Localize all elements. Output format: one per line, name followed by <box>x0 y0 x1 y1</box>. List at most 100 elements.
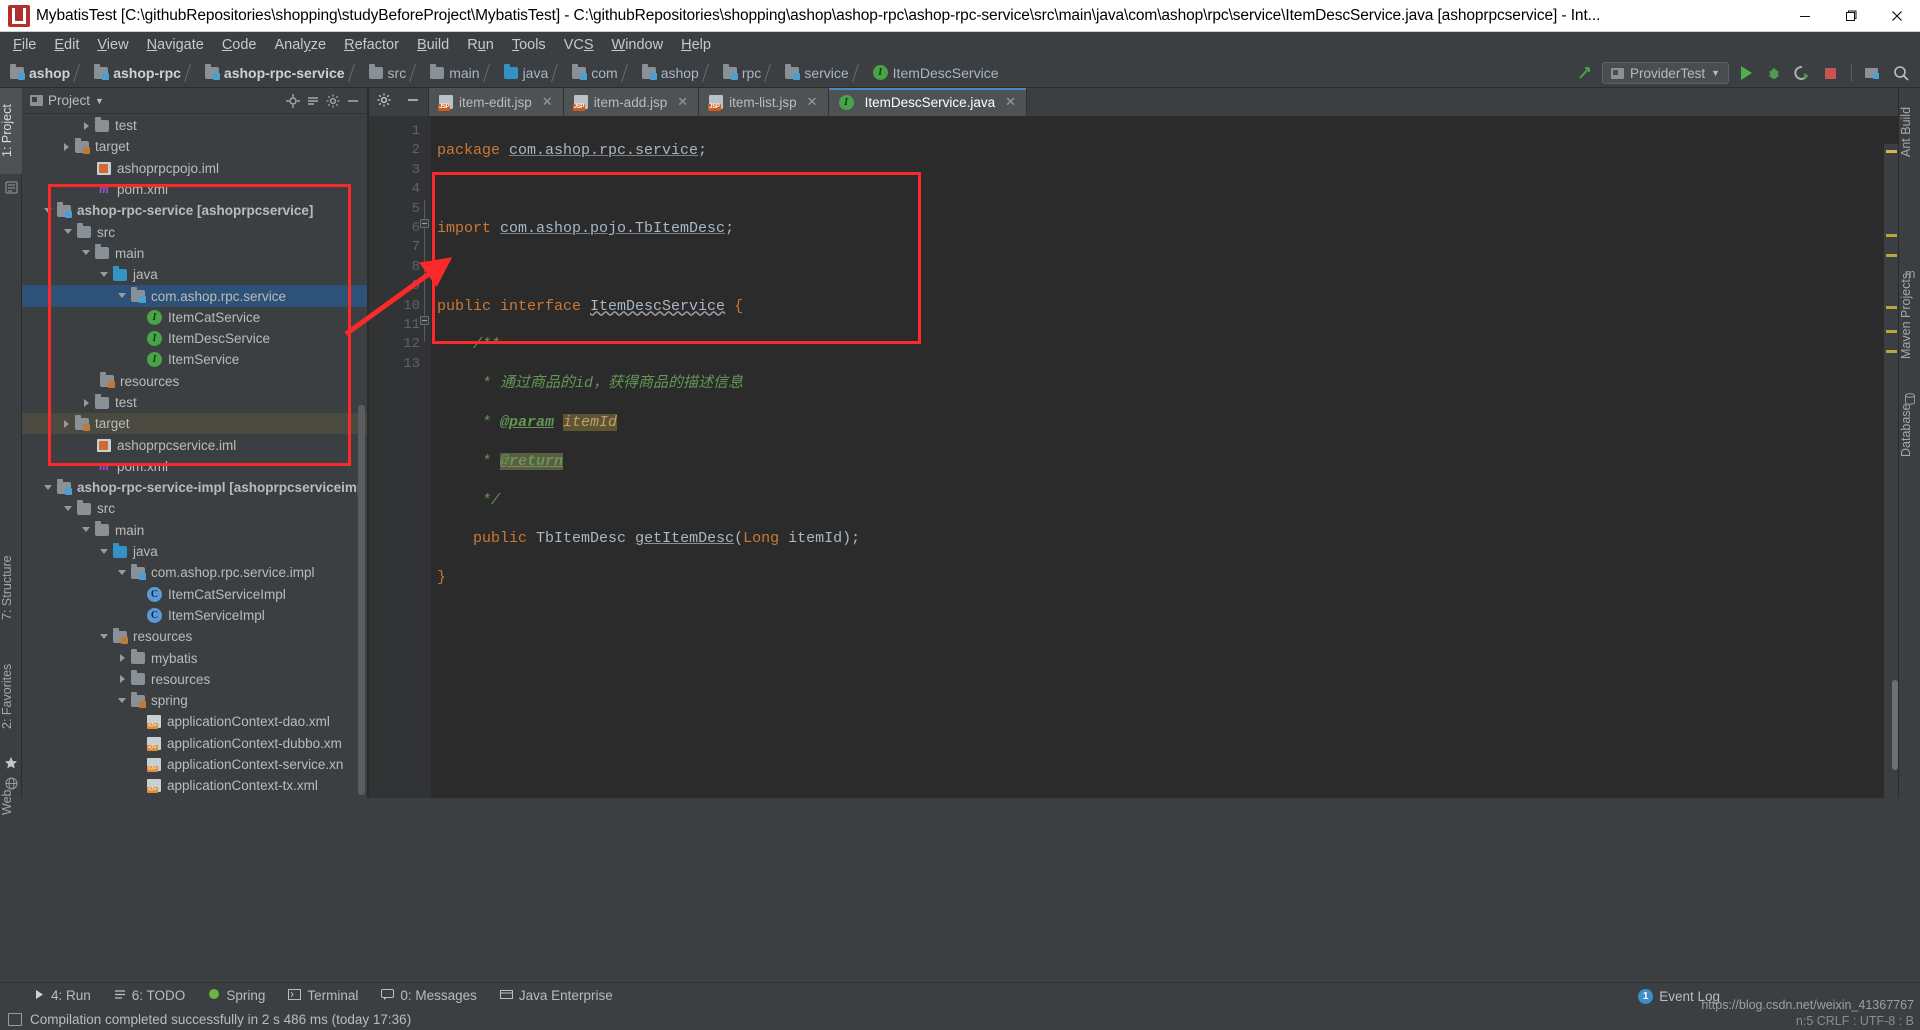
warning-marker[interactable] <box>1886 330 1897 333</box>
breadcrumb-ashop-pkg[interactable]: ashop <box>638 60 719 86</box>
tree-row-com-ashop-rpc-service-impl[interactable]: com.ashop.rpc.service.impl <box>22 562 367 583</box>
tree-row-itemservice[interactable]: I ItemService <box>22 349 367 370</box>
fold-minus-icon[interactable] <box>420 219 429 228</box>
hide-editor-icon[interactable] <box>406 93 420 112</box>
breadcrumb-src[interactable]: src <box>365 60 427 86</box>
gear-icon[interactable] <box>377 93 391 112</box>
tree-row-src-1[interactable]: src <box>22 221 367 242</box>
tree-row-pom-xml-1[interactable]: m pom.xml <box>22 179 367 200</box>
warning-marker[interactable] <box>1886 306 1897 309</box>
coverage-icon[interactable] <box>1791 62 1813 84</box>
tab-item-edit-jsp[interactable]: item-edit.jsp ✕ <box>429 88 564 116</box>
sidebar-tab-ant-build[interactable]: Ant Build <box>1899 94 1920 170</box>
sidebar-tab-structure[interactable]: 7: Structure <box>0 538 22 638</box>
breadcrumb-service[interactable]: service <box>781 60 868 86</box>
menu-navigate[interactable]: Navigate <box>138 35 213 55</box>
close-icon[interactable]: ✕ <box>542 94 553 110</box>
chevron-down-icon[interactable] <box>64 227 74 237</box>
tree-row-itemserviceimpl[interactable]: C ItemServiceImpl <box>22 605 367 626</box>
warning-marker[interactable] <box>1886 234 1897 237</box>
menu-view[interactable]: View <box>88 35 137 55</box>
tree-row-ashop-rpc-service-module[interactable]: ashop-rpc-service [ashoprpcservice] <box>22 200 367 221</box>
menu-help[interactable]: Help <box>672 35 720 55</box>
chevron-down-icon[interactable]: ▼ <box>95 96 104 106</box>
tree-row-test-2[interactable]: test <box>22 392 367 413</box>
fold-column[interactable] <box>417 116 431 798</box>
menu-tools[interactable]: Tools <box>503 35 555 55</box>
gear-icon[interactable] <box>323 91 343 111</box>
tree-row-src-2[interactable]: src <box>22 498 367 519</box>
bottom-tab-todo[interactable]: 6: TODO <box>104 986 196 1005</box>
chevron-right-icon[interactable] <box>82 121 92 131</box>
chevron-down-icon[interactable] <box>100 632 110 642</box>
code-area[interactable]: 1 2 3 4 5 6 7 8 9 10 11 12 13 package co… <box>369 116 1898 798</box>
warning-marker[interactable] <box>1886 254 1897 257</box>
tree-row-main-2[interactable]: main <box>22 520 367 541</box>
warning-marker[interactable] <box>1886 350 1897 353</box>
breadcrumb-itemdescservice[interactable]: I ItemDescService <box>869 60 1005 86</box>
breadcrumb-com[interactable]: com <box>568 60 637 86</box>
close-icon[interactable]: ✕ <box>677 94 688 110</box>
tree-row-ashoprpcservice-iml[interactable]: ashoprpcservice.iml <box>22 434 367 455</box>
tab-itemdescservice-java[interactable]: I ItemDescService.java ✕ <box>828 88 1028 116</box>
tree-row-test[interactable]: test <box>22 115 367 136</box>
tree-row-java-2[interactable]: java <box>22 541 367 562</box>
warning-marker[interactable] <box>1886 150 1897 153</box>
chevron-down-icon[interactable] <box>64 504 74 514</box>
tree-row-resources-2[interactable]: resources <box>22 626 367 647</box>
fold-minus-icon[interactable] <box>420 316 429 325</box>
breadcrumb-ashop-rpc-service[interactable]: ashop-rpc-service <box>201 60 365 86</box>
tree-row-applicationcontext-dubbo[interactable]: applicationContext-dubbo.xm <box>22 733 367 754</box>
collapse-all-icon[interactable] <box>303 91 323 111</box>
menu-window[interactable]: Window <box>603 35 673 55</box>
web-icon[interactable] <box>4 776 18 790</box>
chevron-right-icon[interactable] <box>118 653 128 663</box>
tree-row-applicationcontext-dao[interactable]: applicationContext-dao.xml <box>22 711 367 732</box>
tree-row-itemcatserviceimpl[interactable]: C ItemCatServiceImpl <box>22 584 367 605</box>
hide-panel-icon[interactable] <box>343 91 363 111</box>
sidebar-tab-project[interactable]: 1: Project <box>0 88 22 174</box>
project-structure-icon[interactable] <box>1862 62 1884 84</box>
tree-row-applicationcontext-tx[interactable]: applicationContext-tx.xml <box>22 775 367 796</box>
maximize-button[interactable] <box>1828 0 1874 32</box>
structure-small-icon[interactable] <box>4 180 18 194</box>
close-icon[interactable]: ✕ <box>1005 94 1016 110</box>
chevron-right-icon[interactable] <box>62 142 72 152</box>
tree-row-itemdescservice[interactable]: I ItemDescService <box>22 328 367 349</box>
chevron-down-icon[interactable] <box>82 248 92 258</box>
debug-icon[interactable] <box>1763 62 1785 84</box>
breadcrumb-ashop-rpc[interactable]: ashop-rpc <box>90 60 201 86</box>
chevron-down-icon[interactable] <box>44 483 54 493</box>
tree-row-applicationcontext-service[interactable]: applicationContext-service.xn <box>22 754 367 775</box>
chevron-down-icon[interactable] <box>82 525 92 535</box>
tree-row-target-2[interactable]: target <box>22 413 367 435</box>
sidebar-tab-favorites[interactable]: 2: Favorites <box>0 644 22 748</box>
breadcrumb-rpc[interactable]: rpc <box>719 60 781 86</box>
menu-analyze[interactable]: Analyze <box>266 35 336 55</box>
star-icon[interactable] <box>4 756 18 770</box>
tree-row-ashop-rpc-service-impl-module[interactable]: ashop-rpc-service-impl [ashoprpcservicei… <box>22 477 367 498</box>
bottom-tab-spring[interactable]: Spring <box>198 986 275 1005</box>
close-button[interactable] <box>1874 0 1920 32</box>
chevron-down-icon[interactable] <box>44 206 54 216</box>
project-tree-scrollbar[interactable] <box>358 405 365 795</box>
tree-row-resources-3[interactable]: resources <box>22 669 367 690</box>
editor-vertical-scrollbar[interactable] <box>1892 680 1898 770</box>
minimize-button[interactable] <box>1782 0 1828 32</box>
chevron-right-icon[interactable] <box>62 419 72 429</box>
tree-row-main-1[interactable]: main <box>22 243 367 264</box>
locate-icon[interactable] <box>283 91 303 111</box>
chevron-down-icon[interactable] <box>100 270 110 280</box>
breadcrumb-java[interactable]: java <box>500 60 569 86</box>
stop-icon[interactable] <box>1819 62 1841 84</box>
chevron-right-icon[interactable] <box>118 674 128 684</box>
tree-row-target[interactable]: target <box>22 136 367 157</box>
menu-vcs[interactable]: VCS <box>555 35 603 55</box>
code-text[interactable]: package com.ashop.rpc.service; import co… <box>431 116 1898 798</box>
close-icon[interactable]: ✕ <box>807 94 818 110</box>
tree-row-com-ashop-rpc-service[interactable]: com.ashop.rpc.service <box>22 285 367 307</box>
search-icon[interactable] <box>1890 62 1912 84</box>
breadcrumb-ashop[interactable]: ashop <box>6 60 90 86</box>
tree-row-pom-xml-2[interactable]: m pom.xml <box>22 456 367 477</box>
menu-build[interactable]: Build <box>408 35 458 55</box>
